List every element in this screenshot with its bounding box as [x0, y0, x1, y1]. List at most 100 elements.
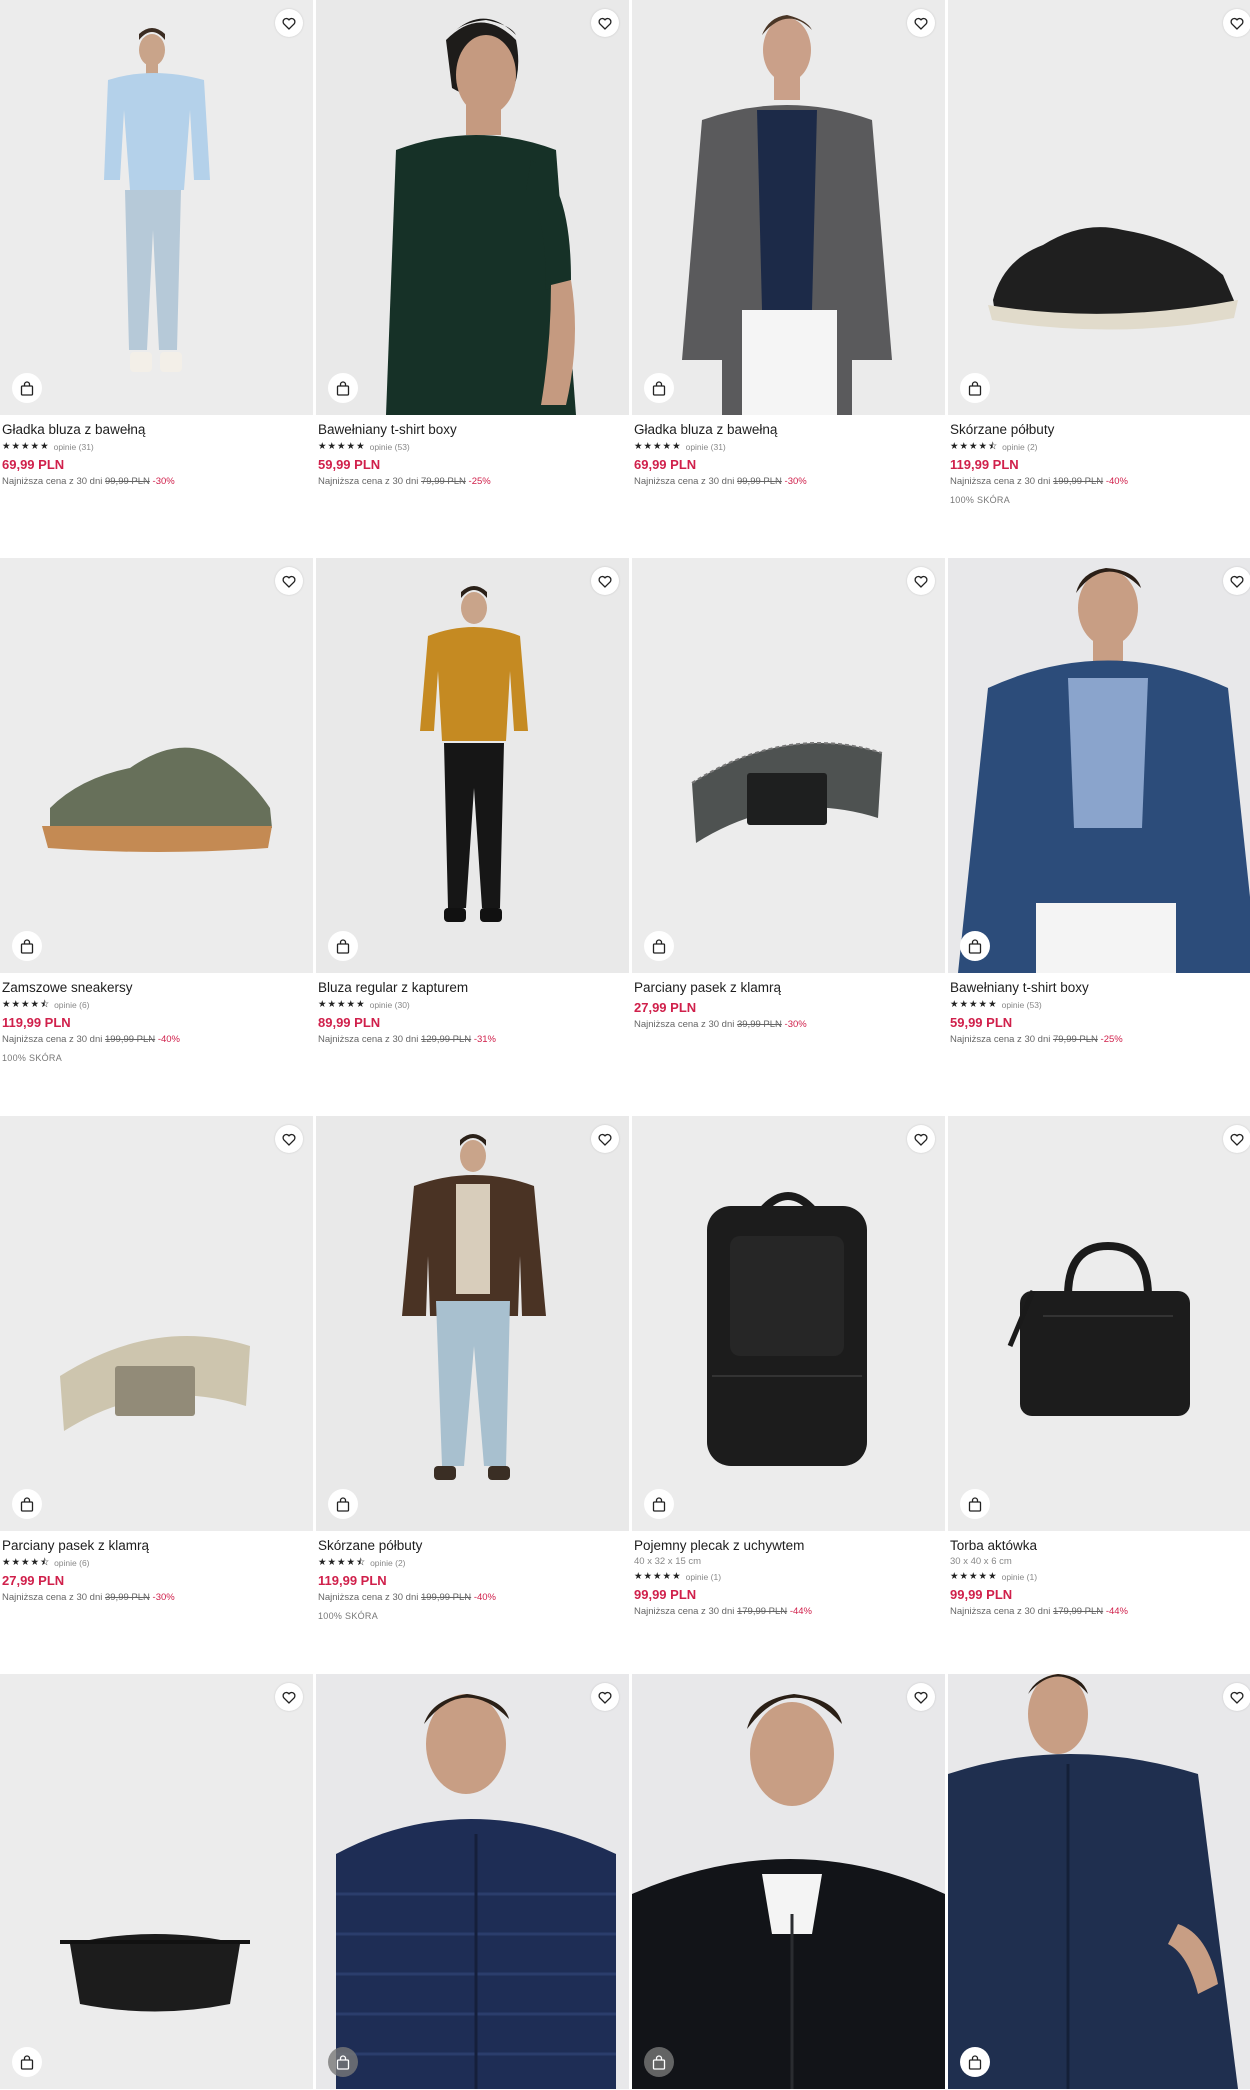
favorite-button[interactable] [275, 9, 303, 37]
product-name[interactable]: Bawełniany t-shirt boxy [950, 979, 1250, 997]
product-name[interactable]: Bawełniany t-shirt boxy [318, 421, 627, 439]
review-count[interactable]: opinie (31) [54, 442, 94, 452]
add-to-cart-button[interactable] [644, 1489, 674, 1519]
old-price: 99,99 PLN [104, 476, 150, 487]
add-to-cart-button[interactable] [960, 2047, 990, 2077]
product-card[interactable]: Pojemny plecak z uchywtem 40 x 32 x 15 c… [632, 1116, 945, 1619]
add-to-cart-button[interactable] [960, 373, 990, 403]
product-name[interactable]: Skórzane półbuty [950, 421, 1250, 439]
product-name[interactable]: Torba aktówka [950, 1537, 1250, 1555]
product-image[interactable] [316, 1674, 629, 2089]
favorite-button[interactable] [591, 1683, 619, 1711]
product-image[interactable] [948, 0, 1250, 415]
product-card[interactable]: Parciany pasek z klamrą ★★★★⯪ opinie (6)… [0, 1116, 313, 1605]
product-image[interactable] [948, 1116, 1250, 1531]
favorite-button[interactable] [275, 567, 303, 595]
product-name[interactable]: Gładka bluza z bawełną [634, 421, 943, 439]
add-to-cart-button[interactable] [12, 373, 42, 403]
favorite-button[interactable] [275, 1125, 303, 1153]
product-card[interactable]: Bawełniany t-shirt boxy ★★★★★ opinie (53… [316, 0, 629, 489]
product-rating: ★★★★★ opinie (53) [950, 997, 1250, 1012]
review-count[interactable]: opinie (2) [370, 1558, 405, 1568]
review-count[interactable]: opinie (6) [54, 1558, 89, 1568]
add-to-cart-button[interactable] [644, 2047, 674, 2077]
review-count[interactable]: opinie (31) [686, 442, 726, 452]
favorite-button[interactable] [907, 1683, 935, 1711]
product-card[interactable]: Bawełniany t-shirt boxy ★★★★★ opinie (53… [948, 558, 1250, 1047]
discount-badge: -30% [784, 476, 807, 487]
product-card[interactable]: Skórzane półbuty ★★★★⯪ opinie (2) 119,99… [316, 1116, 629, 1623]
product-photo-tshirt-man [316, 0, 629, 415]
add-to-cart-button[interactable] [328, 931, 358, 961]
product-card[interactable] [316, 1674, 629, 2089]
review-count[interactable]: opinie (1) [1002, 1572, 1037, 1582]
product-image[interactable] [0, 1116, 313, 1531]
product-card[interactable] [948, 1674, 1250, 2089]
favorite-button[interactable] [591, 567, 619, 595]
product-image[interactable] [948, 558, 1250, 973]
discount-badge: -30% [152, 476, 175, 487]
review-count[interactable]: opinie (2) [1002, 442, 1037, 452]
product-card[interactable]: Parciany pasek z klamrą 27,99 PLN Najniż… [632, 558, 945, 1032]
product-image[interactable] [0, 1674, 313, 2089]
product-image[interactable] [632, 0, 945, 415]
add-to-cart-button[interactable] [328, 373, 358, 403]
favorite-button[interactable] [907, 1125, 935, 1153]
favorite-button[interactable] [1223, 9, 1250, 37]
product-image[interactable] [316, 1116, 629, 1531]
product-name[interactable]: Gładka bluza z bawełną [2, 421, 311, 439]
shopping-bag-icon [652, 1496, 666, 1512]
add-to-cart-button[interactable] [960, 1489, 990, 1519]
product-card[interactable]: Bluza regular z kapturem ★★★★★ opinie (3… [316, 558, 629, 1047]
product-card[interactable] [0, 1674, 313, 2089]
product-photo-woven-belt [632, 558, 945, 973]
review-count[interactable]: opinie (53) [1002, 1000, 1042, 1010]
product-image[interactable] [632, 1674, 945, 2089]
product-photo-leather-shoe [948, 0, 1250, 415]
product-card[interactable]: Gładka bluza z bawełną ★★★★★ opinie (31)… [0, 0, 313, 489]
product-name[interactable]: Pojemny plecak z uchywtem [634, 1537, 943, 1555]
add-to-cart-button[interactable] [328, 1489, 358, 1519]
add-to-cart-button[interactable] [12, 931, 42, 961]
add-to-cart-button[interactable] [328, 2047, 358, 2077]
product-image[interactable] [0, 558, 313, 973]
review-count[interactable]: opinie (30) [370, 1000, 410, 1010]
favorite-button[interactable] [907, 567, 935, 595]
review-count[interactable]: opinie (53) [370, 442, 410, 452]
product-image[interactable] [948, 1674, 1250, 2089]
product-card[interactable]: Skórzane półbuty ★★★★⯪ opinie (2) 119,99… [948, 0, 1250, 507]
product-image[interactable] [0, 0, 313, 415]
product-name[interactable]: Bluza regular z kapturem [318, 979, 627, 997]
product-image[interactable] [632, 1116, 945, 1531]
product-name[interactable]: Parciany pasek z klamrą [2, 1537, 311, 1555]
favorite-button[interactable] [591, 9, 619, 37]
shopping-bag-icon [336, 938, 350, 954]
favorite-button[interactable] [1223, 1125, 1250, 1153]
product-card[interactable] [632, 1674, 945, 2089]
product-price: 27,99 PLN [634, 1000, 697, 1015]
favorite-button[interactable] [1223, 567, 1250, 595]
shopping-bag-icon [652, 2054, 666, 2070]
product-card[interactable]: Torba aktówka 30 x 40 x 6 cm ★★★★★ opini… [948, 1116, 1250, 1619]
product-image[interactable] [316, 0, 629, 415]
product-image[interactable] [632, 558, 945, 973]
product-name[interactable]: Zamszowe sneakersy [2, 979, 311, 997]
favorite-button[interactable] [591, 1125, 619, 1153]
favorite-button[interactable] [275, 1683, 303, 1711]
product-name[interactable]: Skórzane półbuty [318, 1537, 627, 1555]
add-to-cart-button[interactable] [960, 931, 990, 961]
favorite-button[interactable] [1223, 1683, 1250, 1711]
product-name[interactable]: Parciany pasek z klamrą [634, 979, 943, 997]
review-count[interactable]: opinie (6) [54, 1000, 89, 1010]
review-count[interactable]: opinie (1) [686, 1572, 721, 1582]
add-to-cart-button[interactable] [12, 2047, 42, 2077]
add-to-cart-button[interactable] [12, 1489, 42, 1519]
add-to-cart-button[interactable] [644, 931, 674, 961]
add-to-cart-button[interactable] [644, 373, 674, 403]
product-card[interactable]: Zamszowe sneakersy ★★★★⯪ opinie (6) 119,… [0, 558, 313, 1065]
favorite-button[interactable] [907, 9, 935, 37]
discount-badge: -25% [1100, 1034, 1123, 1045]
product-image[interactable] [316, 558, 629, 973]
heart-icon [914, 1133, 928, 1146]
product-card[interactable]: Gładka bluza z bawełną ★★★★★ opinie (31)… [632, 0, 945, 489]
